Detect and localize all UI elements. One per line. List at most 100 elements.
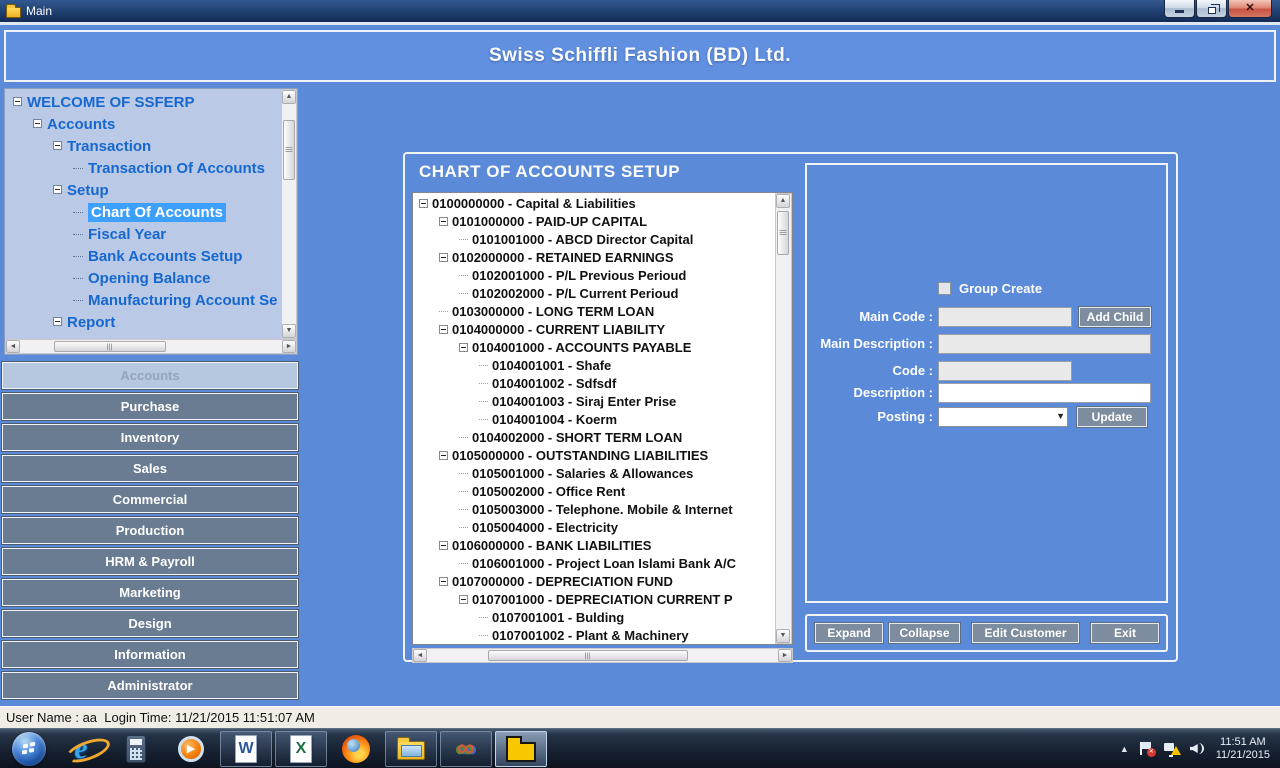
- scroll-up-icon[interactable]: ▲: [282, 90, 296, 104]
- expand-collapse-icon[interactable]: [33, 119, 42, 128]
- expand-collapse-icon[interactable]: [53, 141, 62, 150]
- nav-tree-node[interactable]: Opening Balance: [7, 268, 280, 290]
- expand-collapse-icon[interactable]: [53, 185, 62, 194]
- code-field[interactable]: [938, 361, 1072, 381]
- nav-tree-node[interactable]: Chart Of Accounts: [7, 202, 280, 224]
- main-description-field[interactable]: [938, 334, 1151, 354]
- expand-collapse-icon[interactable]: [459, 595, 468, 604]
- module-button[interactable]: Inventory: [2, 424, 298, 451]
- module-button[interactable]: Accounts: [2, 362, 298, 389]
- account-tree-node[interactable]: 0105003000 - Telephone. Mobile & Interne…: [415, 501, 775, 519]
- scroll-left-icon[interactable]: ◄: [6, 340, 20, 353]
- module-button[interactable]: Marketing: [2, 579, 298, 606]
- expand-collapse-icon[interactable]: [439, 577, 448, 586]
- group-create-checkbox[interactable]: [938, 282, 951, 295]
- start-button[interactable]: [6, 731, 52, 767]
- expand-collapse-icon[interactable]: [459, 343, 468, 352]
- account-tree-node[interactable]: 0101001000 - ABCD Director Capital: [415, 231, 775, 249]
- edit-customer-button[interactable]: Edit Customer: [972, 623, 1079, 643]
- nav-tree-node[interactable]: Fiscal Year: [7, 224, 280, 246]
- hidden-icons-icon[interactable]: ▲: [1120, 744, 1129, 754]
- close-button[interactable]: ✕: [1228, 0, 1272, 18]
- expand-collapse-icon[interactable]: [439, 253, 448, 262]
- expand-collapse-icon[interactable]: [439, 451, 448, 460]
- nav-tree-node[interactable]: Bank Accounts Setup: [7, 246, 280, 268]
- explorer-icon[interactable]: [385, 731, 437, 767]
- account-tree-node[interactable]: 0107001001 - Bulding: [415, 609, 775, 627]
- account-tree-node[interactable]: 0101000000 - PAID-UP CAPITAL: [415, 213, 775, 231]
- account-tree-node[interactable]: 0105001000 - Salaries & Allowances: [415, 465, 775, 483]
- collapse-button[interactable]: Collapse: [889, 623, 960, 643]
- nav-tree-node[interactable]: Manufacturing Account Se: [7, 290, 280, 312]
- nav-tree-node[interactable]: Transaction Of Accounts: [7, 158, 280, 180]
- nav-tree-node[interactable]: Setup: [7, 180, 280, 202]
- update-button[interactable]: Update: [1077, 407, 1147, 427]
- account-tree-node[interactable]: 0104001003 - Siraj Enter Prise: [415, 393, 775, 411]
- nav-tree-node[interactable]: WELCOME OF SSFERP: [7, 92, 280, 114]
- account-tree-node[interactable]: 0104000000 - CURRENT LIABILITY: [415, 321, 775, 339]
- visual-studio-icon[interactable]: ∞: [440, 731, 492, 767]
- expand-collapse-icon[interactable]: [439, 217, 448, 226]
- module-button[interactable]: Commercial: [2, 486, 298, 513]
- posting-dropdown[interactable]: [938, 407, 1068, 427]
- account-tree-node[interactable]: 0104001001 - Shafe: [415, 357, 775, 375]
- account-tree-node[interactable]: 0107001000 - DEPRECIATION CURRENT P: [415, 591, 775, 609]
- excel-icon[interactable]: X: [275, 731, 327, 767]
- account-tree-node[interactable]: 0102002000 - P/L Current Perioud: [415, 285, 775, 303]
- module-button[interactable]: Sales: [2, 455, 298, 482]
- scroll-down-icon[interactable]: ▼: [282, 324, 296, 338]
- module-button[interactable]: Administrator: [2, 672, 298, 699]
- account-tree-node[interactable]: 0106001000 - Project Loan Islami Bank A/…: [415, 555, 775, 573]
- account-tree-node[interactable]: 0107000000 - DEPRECIATION FUND: [415, 573, 775, 591]
- expand-collapse-icon[interactable]: [439, 541, 448, 550]
- volume-icon[interactable]: [1190, 742, 1205, 755]
- word-icon[interactable]: W: [220, 731, 272, 767]
- media-player-icon[interactable]: ▶: [165, 731, 217, 767]
- account-tree-node[interactable]: 0104001002 - Sdfsdf: [415, 375, 775, 393]
- account-tree-node[interactable]: 0105000000 - OUTSTANDING LIABILITIES: [415, 447, 775, 465]
- description-field[interactable]: [938, 383, 1151, 403]
- account-tree-node[interactable]: 0104001000 - ACCOUNTS PAYABLE: [415, 339, 775, 357]
- account-tree-node[interactable]: 0104001004 - Koerm: [415, 411, 775, 429]
- module-button[interactable]: Purchase: [2, 393, 298, 420]
- scrollbar-thumb[interactable]: [54, 341, 166, 352]
- account-tree-node[interactable]: 0105004000 - Electricity: [415, 519, 775, 537]
- expand-collapse-icon[interactable]: [439, 325, 448, 334]
- restore-button[interactable]: [1196, 0, 1227, 18]
- calculator-icon[interactable]: [110, 731, 162, 767]
- minimize-button[interactable]: [1164, 0, 1195, 18]
- expand-button[interactable]: Expand: [815, 623, 883, 643]
- dropdown-arrow-icon[interactable]: [1056, 411, 1065, 421]
- action-center-flag-icon[interactable]: [1140, 742, 1153, 755]
- scroll-up-icon[interactable]: ▲: [776, 194, 790, 208]
- network-warning-icon[interactable]: [1164, 742, 1179, 755]
- expand-collapse-icon[interactable]: [419, 199, 428, 208]
- scroll-right-icon[interactable]: ►: [778, 649, 792, 662]
- account-tree-node[interactable]: 0103000000 - LONG TERM LOAN: [415, 303, 775, 321]
- main-app-icon[interactable]: [495, 731, 547, 767]
- scroll-down-icon[interactable]: ▼: [776, 629, 790, 643]
- module-button[interactable]: HRM & Payroll: [2, 548, 298, 575]
- firefox-icon[interactable]: [330, 731, 382, 767]
- exit-button[interactable]: Exit: [1091, 623, 1159, 643]
- add-child-button[interactable]: Add Child: [1079, 307, 1151, 327]
- scrollbar-thumb[interactable]: [283, 120, 295, 180]
- nav-tree-node[interactable]: Transaction: [7, 136, 280, 158]
- account-tree-node[interactable]: 0104002000 - SHORT TERM LOAN: [415, 429, 775, 447]
- account-tree-node[interactable]: 0102001000 - P/L Previous Perioud: [415, 267, 775, 285]
- account-tree-node[interactable]: 0107001002 - Plant & Machinery: [415, 627, 775, 643]
- module-button[interactable]: Production: [2, 517, 298, 544]
- account-tree-node[interactable]: 0106000000 - BANK LIABILITIES: [415, 537, 775, 555]
- expand-collapse-icon[interactable]: [13, 97, 22, 106]
- scrollbar-thumb[interactable]: [488, 650, 688, 661]
- internet-explorer-icon[interactable]: e: [55, 731, 107, 767]
- expand-collapse-icon[interactable]: [53, 317, 62, 326]
- module-button[interactable]: Design: [2, 610, 298, 637]
- accounts-horizontal-scrollbar[interactable]: ◄ ►: [412, 648, 793, 663]
- nav-tree-node[interactable]: Accounts: [7, 114, 280, 136]
- clock[interactable]: 11:51 AM 11/21/2015: [1216, 736, 1270, 762]
- module-button[interactable]: Information: [2, 641, 298, 668]
- account-tree-node[interactable]: 0102000000 - RETAINED EARNINGS: [415, 249, 775, 267]
- scrollbar-thumb[interactable]: [777, 211, 789, 255]
- scroll-right-icon[interactable]: ►: [282, 340, 296, 353]
